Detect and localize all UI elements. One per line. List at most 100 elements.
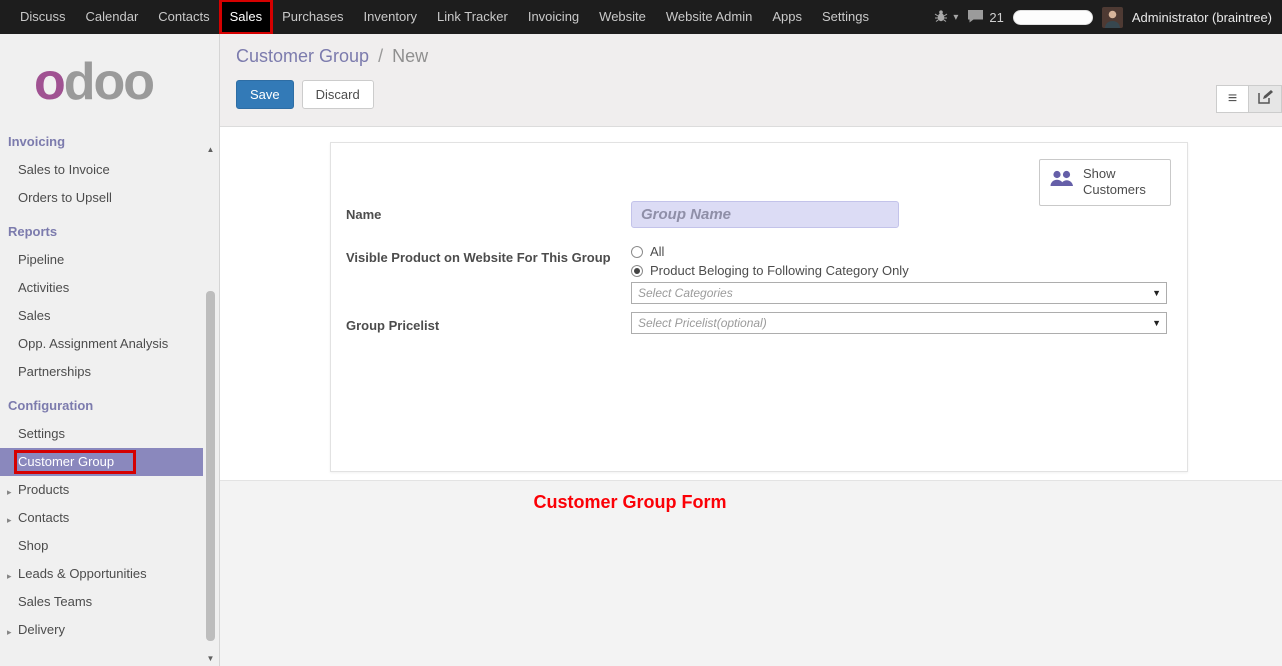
sidebar-item-label: Delivery	[18, 622, 65, 637]
nav-item-website[interactable]: Website	[589, 0, 656, 34]
select-caret-icon: ▼	[1152, 318, 1161, 328]
nav-item-contacts[interactable]: Contacts	[148, 0, 219, 34]
sidebar-item-activities[interactable]: Activities	[0, 274, 203, 302]
sidebar-item-label: Opp. Assignment Analysis	[18, 336, 168, 351]
radio-option-label: All	[650, 244, 664, 259]
logo-first-letter: o	[34, 53, 64, 111]
status-pill[interactable]	[1013, 10, 1093, 25]
list-view-button[interactable]: ≡	[1216, 85, 1249, 113]
expander-icon[interactable]: ▸	[7, 568, 12, 584]
save-button[interactable]: Save	[236, 80, 294, 109]
categories-select-placeholder: Select Categories	[638, 286, 733, 300]
group-name-input[interactable]	[631, 201, 899, 228]
section-title-configuration: Configuration	[0, 386, 203, 420]
radio-option-category-only[interactable]: Product Beloging to Following Category O…	[631, 263, 1167, 278]
nav-item-discuss[interactable]: Discuss	[10, 0, 76, 34]
breadcrumb-separator: /	[374, 46, 387, 66]
sidebar-item-orders-to-upsell[interactable]: Orders to Upsell	[0, 184, 203, 212]
sidebar-item-delivery[interactable]: ▸ Delivery	[0, 616, 203, 644]
breadcrumb: Customer Group / New	[236, 46, 1282, 67]
bug-debug-icon[interactable]	[934, 9, 948, 26]
logo-rest: doo	[64, 53, 153, 111]
nav-item-inventory[interactable]: Inventory	[354, 0, 427, 34]
messages-count-badge[interactable]: 21	[989, 10, 1003, 25]
sidebar-item-label: Customer Group	[18, 454, 114, 469]
sidebar-item-sales-to-invoice[interactable]: Sales to Invoice	[0, 156, 203, 184]
sidebar-item-customer-group[interactable]: Customer Group	[0, 448, 203, 476]
show-customers-label: Show Customers	[1083, 166, 1162, 199]
sidebar: odoo Invoicing Sales to Invoice Orders t…	[0, 34, 220, 666]
breadcrumb-parent-link[interactable]: Customer Group	[236, 46, 369, 66]
radio-option-label: Product Beloging to Following Category O…	[650, 263, 909, 278]
sidebar-item-label: Leads & Opportunities	[18, 566, 147, 581]
visibility-field-label: Visible Product on Website For This Grou…	[346, 244, 631, 265]
pricelist-select-placeholder: Select Pricelist(optional)	[638, 316, 767, 330]
sidebar-item-settings[interactable]: Settings	[0, 420, 203, 448]
scroll-down-icon[interactable]: ▼	[203, 653, 218, 665]
expander-icon[interactable]: ▸	[7, 512, 12, 528]
below-sheet-area: Customer Group Form	[220, 480, 1282, 666]
sidebar-item-contacts[interactable]: ▸ Contacts	[0, 504, 203, 532]
sidebar-item-partnerships[interactable]: Partnerships	[0, 358, 203, 386]
nav-item-apps[interactable]: Apps	[762, 0, 812, 34]
sidebar-scrollbar[interactable]: ▲ ▼	[203, 144, 218, 665]
field-row-pricelist: Group Pricelist Select Pricelist(optiona…	[346, 312, 1167, 334]
radio-checked-icon[interactable]	[631, 265, 643, 277]
nav-item-calendar[interactable]: Calendar	[76, 0, 149, 34]
messages-icon[interactable]	[967, 9, 984, 26]
sidebar-item-pipeline[interactable]: Pipeline	[0, 246, 203, 274]
name-field-label: Name	[346, 201, 631, 222]
form-view-button[interactable]	[1249, 85, 1282, 113]
expander-icon[interactable]: ▸	[7, 624, 12, 640]
control-panel: Customer Group / New Save Discard ≡	[220, 34, 1282, 127]
list-view-icon: ≡	[1228, 90, 1237, 108]
navbar-right-tools: ▾ 21 Administrator (braintree)	[934, 0, 1282, 34]
sidebar-item-opp-assignment-analysis[interactable]: Opp. Assignment Analysis	[0, 330, 203, 358]
nav-item-website-admin[interactable]: Website Admin	[656, 0, 762, 34]
breadcrumb-current: New	[392, 46, 428, 66]
scrollbar-track[interactable]	[206, 158, 215, 651]
user-menu[interactable]: Administrator (braintree)	[1132, 10, 1272, 25]
sidebar-item-label: Partnerships	[18, 364, 91, 379]
visibility-field-value: All Product Beloging to Following Catego…	[631, 244, 1167, 304]
sidebar-item-products[interactable]: ▸ Products	[0, 476, 203, 504]
sidebar-item-sales[interactable]: Sales	[0, 302, 203, 330]
form-sheet: Show Customers Name Visible Product on W…	[330, 142, 1188, 472]
main-layout: odoo Invoicing Sales to Invoice Orders t…	[0, 34, 1282, 666]
caret-down-icon[interactable]: ▾	[953, 12, 958, 23]
form-edit-icon	[1258, 89, 1273, 109]
sidebar-item-label: Orders to Upsell	[18, 190, 112, 205]
sidebar-item-leads-opportunities[interactable]: ▸ Leads & Opportunities	[0, 560, 203, 588]
discard-button[interactable]: Discard	[302, 80, 374, 109]
show-customers-button[interactable]: Show Customers	[1039, 159, 1171, 206]
nav-item-purchases[interactable]: Purchases	[272, 0, 353, 34]
sidebar-item-shop[interactable]: Shop	[0, 532, 203, 560]
pricelist-field-label: Group Pricelist	[346, 312, 631, 333]
categories-select[interactable]: Select Categories ▼	[631, 282, 1167, 304]
app-menu: Discuss Calendar Contacts Sales Purchase…	[0, 0, 879, 34]
sidebar-item-label: Contacts	[18, 510, 69, 525]
user-avatar[interactable]	[1102, 7, 1123, 28]
pricelist-field-value: Select Pricelist(optional) ▼	[631, 312, 1167, 334]
radio-option-all[interactable]: All	[631, 244, 1167, 259]
annotation-caption: Customer Group Form	[220, 481, 1040, 513]
nav-item-link-tracker[interactable]: Link Tracker	[427, 0, 518, 34]
expander-icon[interactable]: ▸	[7, 484, 12, 500]
sidebar-item-sales-teams[interactable]: Sales Teams	[0, 588, 203, 616]
pricelist-select[interactable]: Select Pricelist(optional) ▼	[631, 312, 1167, 334]
nav-item-invoicing[interactable]: Invoicing	[518, 0, 589, 34]
sidebar-item-label: Sales to Invoice	[18, 162, 110, 177]
nav-item-settings[interactable]: Settings	[812, 0, 879, 34]
sidebar-item-label: Pipeline	[18, 252, 64, 267]
scroll-up-icon[interactable]: ▲	[203, 144, 218, 156]
sidebar-item-label: Products	[18, 482, 69, 497]
scrollbar-thumb[interactable]	[206, 291, 215, 641]
sidebar-item-label: Activities	[18, 280, 69, 295]
section-title-reports: Reports	[0, 212, 203, 246]
odoo-logo: odoo	[0, 34, 219, 122]
radio-unchecked-icon[interactable]	[631, 246, 643, 258]
annotation-box-customer-group: Customer Group	[18, 454, 132, 470]
top-navbar: Discuss Calendar Contacts Sales Purchase…	[0, 0, 1282, 34]
section-title-invoicing: Invoicing	[0, 122, 203, 156]
nav-item-sales[interactable]: Sales	[220, 0, 273, 34]
